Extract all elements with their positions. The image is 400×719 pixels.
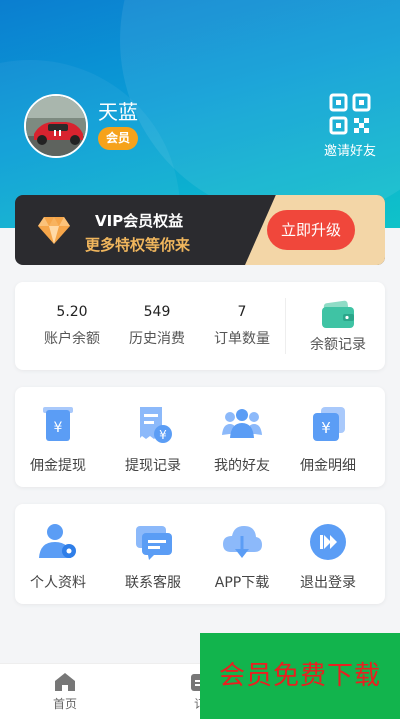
commission-icon: ¥	[313, 407, 345, 441]
logout-icon	[310, 524, 346, 560]
svg-text:¥: ¥	[159, 428, 167, 442]
stat-label: 历史消费	[129, 331, 185, 347]
member-badge: 会员	[98, 127, 139, 150]
withdraw-icon: ¥	[43, 407, 73, 441]
vip-subtitle: 更多特权等你来	[85, 236, 191, 254]
divider	[285, 298, 286, 354]
menu-label: 联系客服	[125, 575, 181, 591]
invite-friends-button[interactable]: 邀请好友	[318, 92, 382, 159]
stat-label: 账户余额	[44, 331, 100, 347]
wallet-icon	[322, 300, 354, 328]
stat-balance[interactable]: 5.20 账户余额	[29, 282, 115, 370]
account-stats-card: 5.20 账户余额 549 历史消费 7 订单数量 余额记录	[15, 282, 385, 370]
stat-label: 订单数量	[214, 331, 270, 347]
stat-value: 7	[237, 304, 247, 320]
menu-item-withdraw[interactable]: ¥ 佣金提现	[15, 387, 101, 487]
menu-label: 我的好友	[214, 458, 270, 474]
menu-item-logout[interactable]: 退出登录	[285, 504, 371, 604]
stat-value: 5.20	[56, 304, 88, 320]
menu-label: 佣金明细	[300, 458, 356, 474]
qr-code-icon	[329, 93, 371, 135]
tab-label: 首页	[52, 697, 77, 711]
vip-title: VIP会员权益	[95, 212, 184, 230]
username: 天蓝	[98, 100, 138, 124]
menu-item-app-download[interactable]: APP下载	[199, 504, 285, 604]
tab-home[interactable]: 首页	[15, 664, 115, 719]
stat-history-spend[interactable]: 549 历史消费	[114, 282, 200, 370]
avatar[interactable]	[24, 94, 88, 158]
menu-item-withdraw-records[interactable]: ¥ 提现记录	[110, 387, 196, 487]
stat-value: 549	[143, 304, 171, 320]
upgrade-button[interactable]: 立即升级	[267, 210, 355, 250]
menu-label: 退出登录	[300, 575, 356, 591]
menu-item-commission-details[interactable]: ¥ 佣金明细	[285, 387, 371, 487]
wallet-label: 余额记录	[310, 337, 366, 353]
commission-menu: ¥ 佣金提现 ¥ 提现记录 我的好友 ¥ 佣金明细	[15, 387, 385, 487]
account-menu: 个人资料 联系客服 APP下载 退出登录	[15, 504, 385, 604]
menu-label: APP下载	[214, 575, 270, 591]
receipt-icon: ¥	[140, 407, 172, 443]
friends-icon	[222, 409, 262, 438]
diamond-icon	[38, 217, 70, 244]
balance-records-button[interactable]: 余额记录	[291, 282, 385, 370]
chat-icon	[136, 526, 172, 560]
invite-label: 邀请好友	[323, 144, 376, 159]
menu-label: 佣金提现	[30, 458, 86, 474]
menu-label: 提现记录	[125, 458, 181, 474]
vip-banner[interactable]: VIP会员权益 更多特权等你来 立即升级	[15, 195, 385, 265]
stat-order-count[interactable]: 7 订单数量	[199, 282, 285, 370]
menu-item-customer-service[interactable]: 联系客服	[110, 504, 196, 604]
cloud-download-icon	[223, 526, 262, 558]
svg-text:¥: ¥	[54, 420, 63, 436]
user-profile-icon	[39, 524, 76, 558]
promo-banner[interactable]: 会员免费下载	[200, 633, 400, 719]
home-icon	[55, 673, 75, 691]
svg-text:¥: ¥	[321, 419, 331, 437]
menu-label: 个人资料	[30, 575, 86, 591]
menu-item-profile[interactable]: 个人资料	[15, 504, 101, 604]
menu-item-my-friends[interactable]: 我的好友	[199, 387, 285, 487]
